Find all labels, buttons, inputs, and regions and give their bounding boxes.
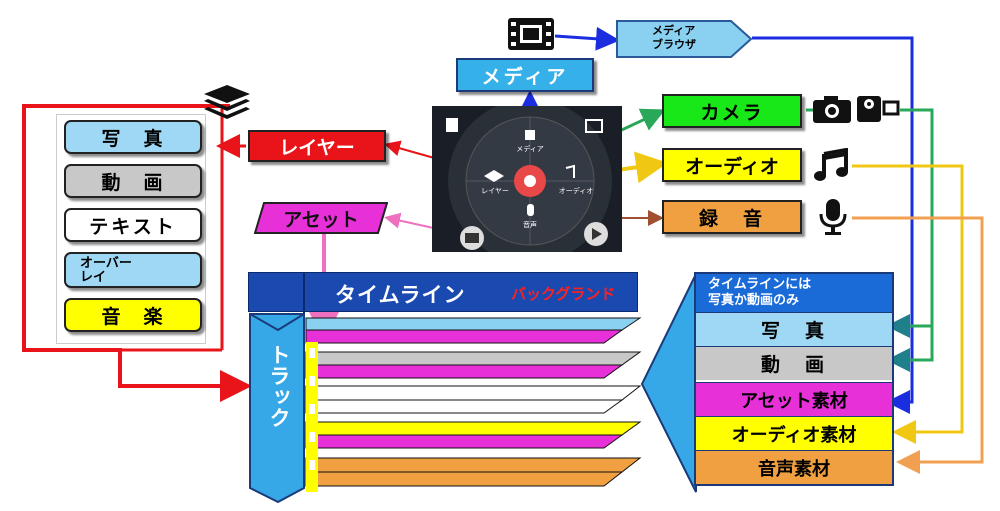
layer-item-overlay: オーバー レイ <box>64 252 202 288</box>
layer-node: レイヤー <box>248 130 386 162</box>
layer-item-photo: 写 真 <box>64 120 202 154</box>
video-camera-icon <box>856 92 900 124</box>
asset-node: アセット <box>253 202 389 234</box>
right-item-video: 動 画 <box>696 346 892 380</box>
right-panel-note: タイムラインには 写真か動画のみ <box>696 274 892 312</box>
media-browser-node: メディア ブラウザ <box>616 20 753 58</box>
layer-item-music: 音 楽 <box>64 298 202 332</box>
recording-node: 録 音 <box>662 200 802 234</box>
music-note-icon <box>814 147 850 182</box>
timeline-lanes <box>305 317 642 492</box>
film-icon <box>508 18 554 50</box>
layer-item-text: テキスト <box>64 208 202 242</box>
control-wheel-panel: メディア レイヤー オーディオ 音声 <box>432 99 622 263</box>
track-label: トラック <box>267 344 291 428</box>
track-column: トラック <box>248 312 306 504</box>
timeline-header-divider <box>303 273 305 313</box>
funnel-shape <box>640 273 697 493</box>
camera-node: カメラ <box>662 94 802 128</box>
right-item-voice: 音声素材 <box>696 450 892 484</box>
timeline-background-label: バックグランド <box>511 285 616 303</box>
camera-icon <box>812 94 852 124</box>
microphone-icon <box>818 198 848 236</box>
media-browser-label: メディア ブラウザ <box>652 24 696 51</box>
media-node: メディア <box>456 58 594 92</box>
right-item-audio: オーディオ素材 <box>696 416 892 450</box>
timeline-header: タイムライン バックグランド <box>248 272 638 313</box>
audio-node: オーディオ <box>662 148 802 182</box>
wheel-label-voice: 音声 <box>523 221 537 229</box>
right-item-photo: 写 真 <box>696 312 892 346</box>
layer-item-video: 動 画 <box>64 164 202 198</box>
right-item-asset: アセット素材 <box>696 382 892 416</box>
wheel-label-audio: オーディオ <box>558 187 594 195</box>
layers-stack-icon <box>200 82 254 122</box>
wheel-label-layer: レイヤー <box>481 187 509 195</box>
wheel-label-media: メディア <box>516 145 544 153</box>
asset-node-label: アセット <box>283 208 359 231</box>
timeline-title: タイムライン <box>335 283 466 307</box>
